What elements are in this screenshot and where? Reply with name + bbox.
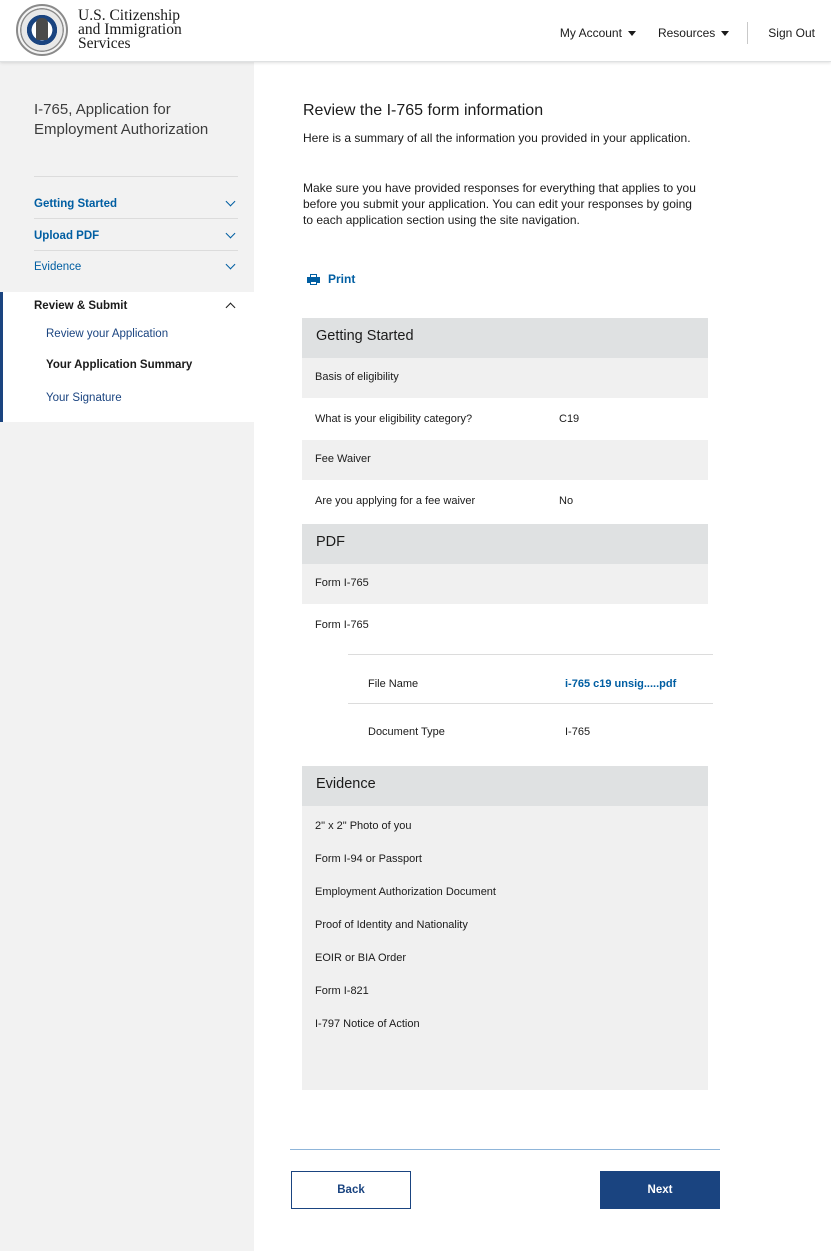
caret-down-icon [721,30,730,36]
footer-divider [290,1149,720,1150]
file-name-label: File Name [368,678,419,690]
evidence-item: Form I-821 [315,985,369,997]
print-button[interactable]: Print [307,272,355,286]
sidebar-item-evidence[interactable]: Evidence [34,259,238,273]
sidebar-active-group: Review & Submit Review your Application … [0,292,254,422]
evidence-item: 2" x 2" Photo of you [315,820,412,832]
site-header: U.S. Citizenship and Immigration Service… [0,0,831,62]
chevron-down-icon [225,259,236,270]
sidebar-divider [34,218,238,219]
sidebar-subitem-signature[interactable]: Your Signature [46,392,122,404]
section-heading-getting-started: Getting Started [302,318,708,358]
sidebar-item-upload-pdf[interactable]: Upload PDF [34,228,238,242]
dhs-seal-icon [16,4,68,56]
chevron-down-icon [225,228,236,239]
instructions-text: Make sure you have provided responses fo… [303,181,696,227]
printer-icon [307,273,320,285]
summary-row: Basis of eligibility [302,358,708,398]
summary-row: What is your eligibility category? C19 [315,413,580,425]
sidebar: I-765, Application for Employment Author… [0,62,254,1251]
intro-text: Here is a summary of all the information… [303,131,691,145]
document-type-value: I-765 [565,726,591,738]
page-title: Review the I-765 form information [303,102,544,119]
summary-row: Are you applying for a fee waiver No [315,495,574,507]
chevron-up-icon [225,302,236,313]
caret-down-icon [627,30,636,36]
section-heading-pdf: PDF [302,524,708,564]
sidebar-item-review-submit[interactable]: Review & Submit [34,300,238,313]
file-name-link[interactable]: i-765 c19 unsig.....pdf [565,678,676,690]
form-title: I-765, Application for Employment Author… [34,101,209,138]
sidebar-item-getting-started[interactable]: Getting Started [34,196,238,210]
section-heading-evidence: Evidence [302,766,708,806]
nav-divider [747,22,749,44]
evidence-item: I-797 Notice of Action [315,1018,420,1030]
evidence-item: EOIR or BIA Order [315,952,407,964]
evidence-list [302,806,708,1090]
sidebar-divider [34,250,238,251]
chevron-down-icon [225,196,236,207]
evidence-item: Proof of Identity and Nationality [315,919,468,931]
row-divider [348,654,713,655]
back-button[interactable]: Back [291,1171,411,1209]
uscis-logo[interactable]: U.S. Citizenship and Immigration Service… [16,4,182,56]
resources-menu[interactable]: Resources [658,26,730,40]
top-nav: My Account Resources Sign Out [560,22,831,44]
sidebar-subitem-review-application[interactable]: Review your Application [46,328,168,340]
document-type-label: Document Type [368,726,445,738]
summary-row: Form I-765 [315,619,369,631]
summary-row: Fee Waiver [302,440,708,480]
sidebar-subitem-application-summary[interactable]: Your Application Summary [46,359,192,371]
agency-name: U.S. Citizenship and Immigration Service… [78,7,182,52]
evidence-item: Employment Authorization Document [315,886,496,898]
sidebar-divider [34,176,238,177]
row-divider [348,703,713,704]
next-button[interactable]: Next [600,1171,720,1209]
sign-out-link[interactable]: Sign Out [768,26,815,40]
evidence-item: Form I-94 or Passport [315,853,422,865]
my-account-menu[interactable]: My Account [560,26,636,40]
summary-row: Form I-765 [302,564,708,604]
